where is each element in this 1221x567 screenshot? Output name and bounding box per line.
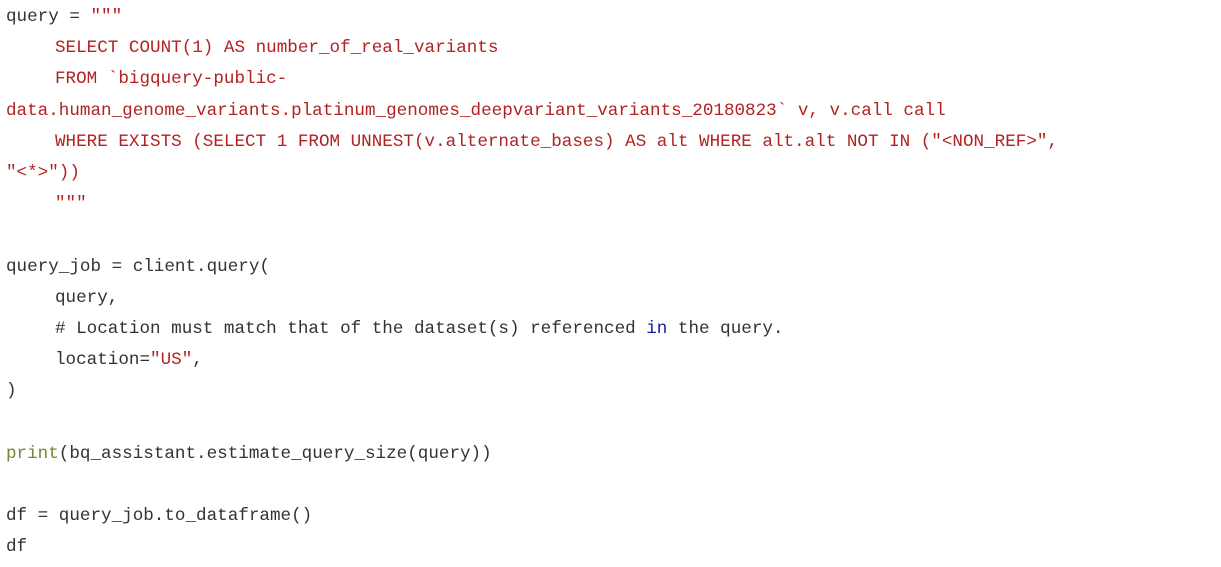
- dataframe-output: df: [6, 537, 28, 558]
- comment-text: # Location must match that of the datase…: [55, 318, 647, 339]
- code-line-3: FROM `bigquery-public-: [6, 64, 1221, 95]
- triple-quote-open: """: [90, 7, 123, 27]
- trailing-comma: ,: [192, 350, 203, 371]
- location-kwarg: location=: [55, 350, 151, 371]
- comment-text-end: the query.: [667, 318, 784, 339]
- location-value: "US": [150, 350, 193, 371]
- code-line-18: df: [6, 532, 1221, 563]
- query-argument: query,: [55, 287, 119, 308]
- code-line-12: location="US",: [6, 345, 1221, 376]
- code-line-5: WHERE EXISTS (SELECT 1 FROM UNNEST(v.alt…: [6, 127, 1221, 158]
- triple-quote-close: """: [55, 194, 87, 215]
- code-line-17: df = query_job.to_dataframe(): [6, 501, 1221, 532]
- query-job-assignment: query_job = client.query(: [6, 256, 270, 277]
- keyword-in: in: [646, 318, 668, 339]
- sql-where-continued: "<*>")): [6, 162, 80, 183]
- closing-paren: ): [6, 381, 17, 402]
- sql-where: WHERE EXISTS (SELECT 1 FROM UNNEST(v.alt…: [55, 131, 1059, 152]
- code-line-7: """: [6, 189, 1221, 220]
- variable-assignment: query =: [6, 7, 91, 27]
- code-line-15: print(bq_assistant.estimate_query_size(q…: [6, 439, 1221, 470]
- code-cell[interactable]: query = """ SELECT COUNT(1) AS number_of…: [0, 0, 1221, 567]
- code-line-2: SELECT COUNT(1) AS number_of_real_varian…: [6, 33, 1221, 64]
- code-line-13: ): [6, 376, 1221, 407]
- sql-select: SELECT COUNT(1) AS number_of_real_varian…: [55, 38, 499, 59]
- dataframe-assignment: df = query_job.to_dataframe(): [6, 506, 313, 526]
- code-line-9: query_job = client.query(: [6, 252, 1221, 283]
- sql-table: data.human_genome_variants.platinum_geno…: [6, 100, 946, 121]
- code-line-6: "<*>")): [6, 158, 1221, 189]
- code-line-1: query = """: [6, 2, 1221, 33]
- print-builtin: print: [6, 443, 59, 464]
- code-line-11: # Location must match that of the datase…: [6, 314, 1221, 345]
- print-arguments: (bq_assistant.estimate_query_size(query)…: [58, 443, 492, 464]
- code-line-4: data.human_genome_variants.platinum_geno…: [6, 96, 1221, 127]
- sql-from: FROM `bigquery-public-: [55, 69, 288, 90]
- code-line-10: query,: [6, 283, 1221, 314]
